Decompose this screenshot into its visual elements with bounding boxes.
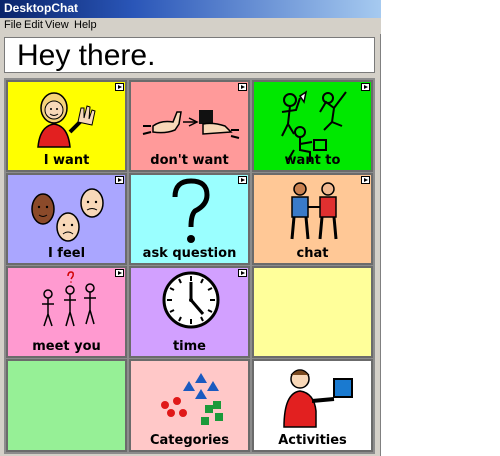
cell-i-want[interactable]: I want	[6, 80, 127, 172]
expand-indicator-icon	[115, 176, 124, 184]
menu-help[interactable]: Help	[74, 19, 97, 31]
cell-label: ask question	[142, 246, 237, 261]
cell-want-to[interactable]: want to	[252, 80, 373, 172]
cell-dont-want[interactable]: don't want	[129, 80, 250, 172]
menu-bar: File Edit View Help	[0, 18, 381, 34]
expand-indicator-icon	[238, 83, 247, 91]
cell-label: I feel	[47, 246, 86, 261]
cell-label: meet you	[32, 339, 101, 354]
cell-activities[interactable]: Activities	[252, 359, 373, 452]
cell-label: Categories	[149, 433, 229, 448]
menu-view[interactable]: View	[45, 19, 69, 31]
app-window: DesktopChat File Edit View Help Hey ther…	[0, 0, 381, 456]
cell-time[interactable]: time	[129, 266, 250, 358]
cell-chat[interactable]: chat	[252, 173, 373, 265]
expand-indicator-icon	[115, 83, 124, 91]
expand-indicator-icon	[361, 83, 370, 91]
cell-meet-you[interactable]: meet you	[6, 266, 127, 358]
title-bar[interactable]: DesktopChat	[0, 0, 381, 18]
menu-file[interactable]: File	[4, 19, 22, 31]
cell-empty-1[interactable]	[252, 266, 373, 358]
cell-categories[interactable]: Categories	[129, 359, 250, 452]
cell-label: want to	[284, 153, 341, 168]
cell-label: chat	[296, 246, 329, 261]
expand-indicator-icon	[361, 176, 370, 184]
cell-label: I want	[43, 153, 90, 168]
symbol-grid: I want don't want want to I feel ask que…	[4, 78, 375, 454]
message-display[interactable]: Hey there.	[4, 37, 375, 73]
expand-indicator-icon	[238, 176, 247, 184]
expand-indicator-icon	[115, 269, 124, 277]
cell-i-feel[interactable]: I feel	[6, 173, 127, 265]
menu-edit[interactable]: Edit	[24, 19, 43, 31]
cell-label: don't want	[150, 153, 229, 168]
window-title: DesktopChat	[4, 1, 79, 15]
cell-empty-2[interactable]	[6, 359, 127, 452]
cell-label: Activities	[278, 433, 347, 448]
message-text: Hey there.	[17, 39, 156, 72]
cell-ask-question[interactable]: ask question	[129, 173, 250, 265]
cell-label: time	[172, 339, 207, 354]
expand-indicator-icon	[238, 269, 247, 277]
